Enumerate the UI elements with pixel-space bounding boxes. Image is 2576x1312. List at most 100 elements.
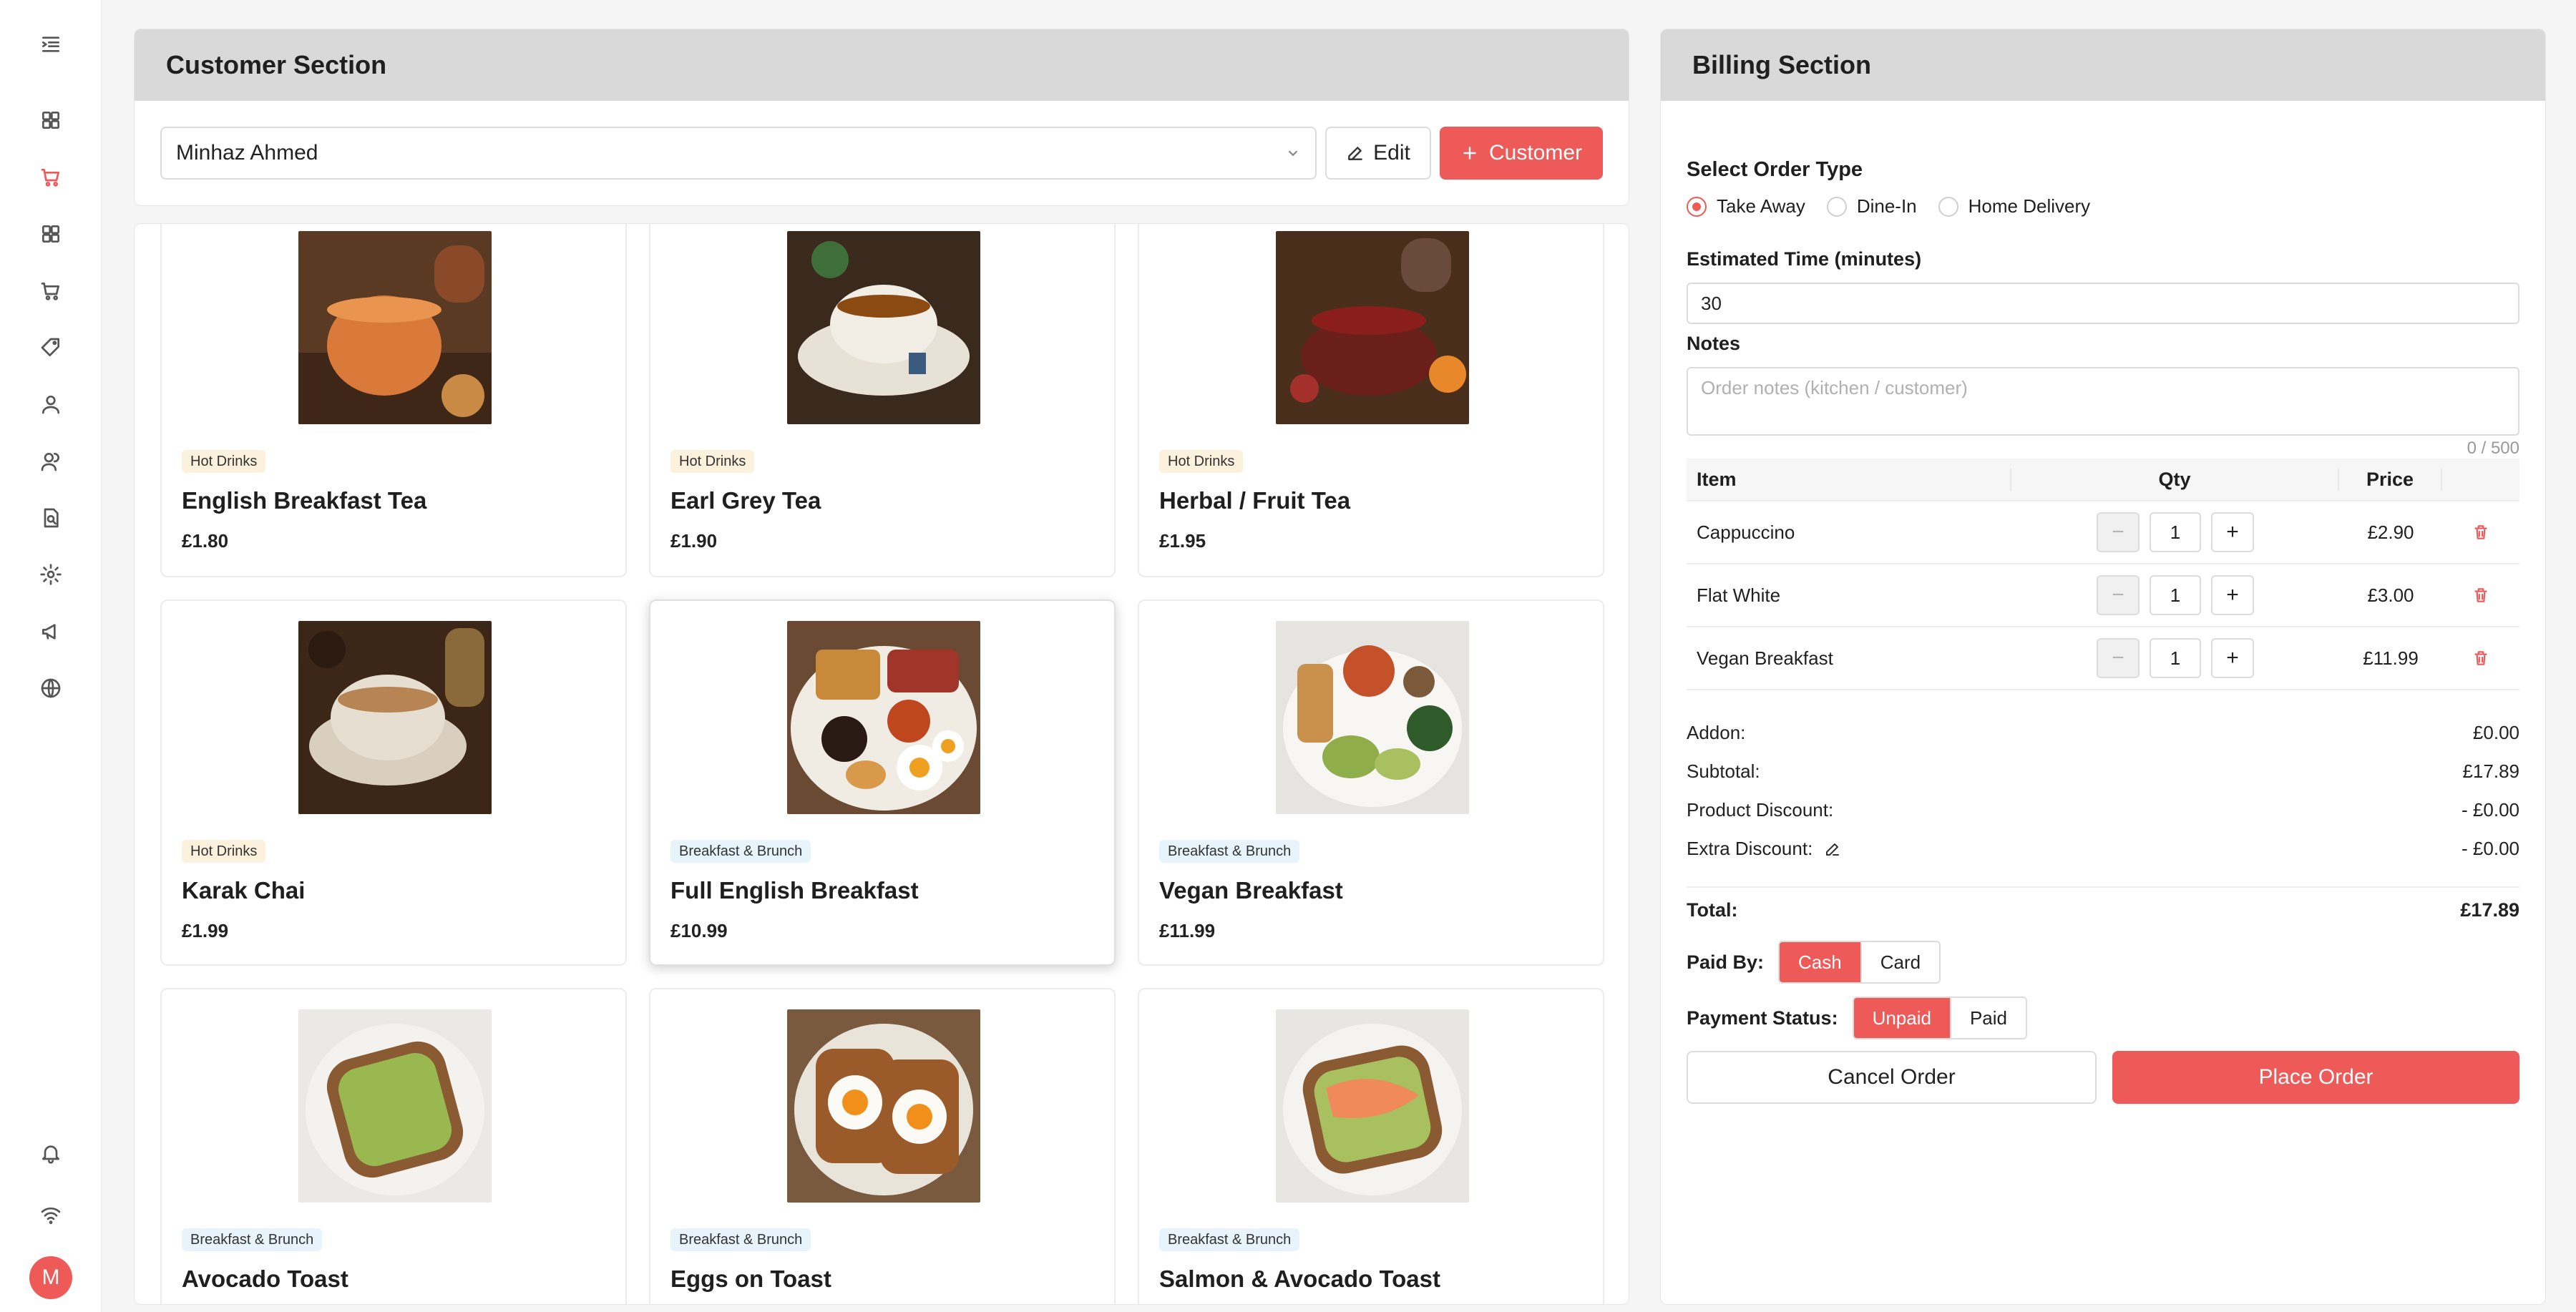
product-card[interactable]: Breakfast & Brunch Avocado Toast [160, 988, 627, 1304]
notes-counter: 0 / 500 [2467, 439, 2519, 458]
qty-value[interactable]: 1 [2150, 575, 2201, 615]
qty-increment-button[interactable]: + [2211, 575, 2254, 615]
dashboard-icon[interactable] [36, 106, 65, 134]
customer-section-title: Customer Section [135, 29, 1629, 101]
product-name: English Breakfast Tea [182, 487, 427, 514]
cart-icon[interactable] [36, 277, 65, 305]
product-price: £10.99 [670, 920, 728, 941]
order-type-take-away[interactable]: Take Away [1687, 195, 1805, 217]
report-icon[interactable] [36, 504, 65, 532]
trash-icon[interactable] [2442, 523, 2519, 542]
qty-decrement-button[interactable]: − [2097, 638, 2140, 678]
paid-by-cash[interactable]: Cash [1780, 942, 1860, 982]
estimated-time-input[interactable]: 30 [1687, 283, 2519, 324]
order-actions: Cancel Order Place Order [1687, 1051, 2519, 1104]
radio-dot [1938, 196, 1958, 217]
place-order-button[interactable]: Place Order [2112, 1051, 2519, 1104]
product-price: £1.80 [182, 530, 229, 552]
table-row: Vegan Breakfast − 1 + £11.99 [1687, 627, 2519, 690]
pos-cart-icon[interactable] [36, 163, 65, 192]
product-image [298, 621, 492, 814]
product-card[interactable]: Breakfast & Brunch Salmon & Avocado Toas… [1138, 988, 1604, 1304]
paid-by-label: Paid By: [1687, 951, 1765, 973]
notes-textarea[interactable]: Order notes (kitchen / customer) [1687, 367, 2519, 436]
payment-status-unpaid[interactable]: Unpaid [1853, 998, 1950, 1038]
extra-discount-label: Extra Discount: [1687, 838, 1813, 859]
addon-label: Addon: [1687, 722, 1746, 743]
product-image [1276, 1009, 1469, 1203]
product-card[interactable]: Breakfast & Brunch Eggs on Toast [649, 988, 1116, 1304]
product-card[interactable]: Hot Drinks Herbal / Fruit Tea £1.95 [1138, 224, 1604, 577]
customer-select[interactable]: Minhaz Ahmed [160, 127, 1317, 180]
total-label: Total: [1687, 899, 1738, 921]
tag-icon[interactable] [36, 333, 65, 362]
gear-icon[interactable] [36, 560, 65, 589]
col-item-header: Item [1687, 468, 2011, 491]
billing-section: Billing Section Select Order Type Take A… [1660, 29, 2546, 1305]
user-icon[interactable] [36, 390, 65, 418]
product-name: Avocado Toast [182, 1266, 348, 1292]
product-image [787, 621, 980, 814]
item-price: £11.99 [2363, 647, 2419, 669]
product-price: £1.95 [1159, 530, 1206, 552]
globe-icon[interactable] [36, 674, 65, 702]
product-name: Salmon & Avocado Toast [1159, 1266, 1441, 1292]
table-row: Cappuccino − 1 + £2.90 [1687, 501, 2519, 564]
pencil-icon[interactable] [1824, 841, 1841, 858]
qty-increment-button[interactable]: + [2211, 638, 2254, 678]
edit-customer-button[interactable]: Edit [1325, 127, 1431, 180]
item-name: Vegan Breakfast [1697, 647, 1833, 669]
col-price-header: Price [2339, 468, 2442, 491]
product-name: Full English Breakfast [670, 877, 919, 904]
category-badge: Hot Drinks [1159, 450, 1244, 473]
pencil-icon [1348, 147, 1362, 160]
order-type-home-delivery[interactable]: Home Delivery [1938, 195, 2090, 217]
paid-by-card[interactable]: Card [1860, 942, 1940, 982]
grid-icon[interactable] [36, 220, 65, 248]
product-price: £11.99 [1159, 920, 1216, 941]
product-discount-value: - £0.00 [2462, 799, 2519, 821]
payment-status-label: Payment Status: [1687, 1007, 1838, 1029]
cancel-order-button[interactable]: Cancel Order [1687, 1051, 2097, 1104]
customer-select-value: Minhaz Ahmed [176, 141, 318, 165]
order-type-radio-group: Take Away Dine-In Home Delivery [1687, 195, 2090, 217]
product-card[interactable]: Hot Drinks Earl Grey Tea £1.90 [649, 224, 1116, 577]
bell-icon[interactable] [36, 1139, 65, 1167]
qty-decrement-button[interactable]: − [2097, 512, 2140, 552]
category-badge: Hot Drinks [182, 450, 266, 473]
sidebar: M [0, 0, 102, 1312]
avatar[interactable]: M [29, 1256, 72, 1299]
subtotal-value: £17.89 [2462, 760, 2519, 782]
qty-increment-button[interactable]: + [2211, 512, 2254, 552]
product-name: Vegan Breakfast [1159, 877, 1343, 904]
product-card[interactable]: Hot Drinks English Breakfast Tea £1.80 [160, 224, 627, 577]
payment-status-paid[interactable]: Paid [1949, 998, 2026, 1038]
qty-value[interactable]: 1 [2150, 638, 2201, 678]
plus-icon [1463, 147, 1476, 160]
order-type-dine-in[interactable]: Dine-In [1826, 195, 1917, 217]
product-card[interactable]: Breakfast & Brunch Full English Breakfas… [649, 599, 1116, 966]
item-name: Cappuccino [1697, 521, 1795, 543]
users-icon[interactable] [36, 447, 65, 476]
product-name: Earl Grey Tea [670, 487, 821, 514]
add-customer-button[interactable]: Customer [1440, 127, 1603, 180]
customer-section: Customer Section Minhaz Ahmed Edit Custo… [134, 29, 1629, 206]
category-badge: Breakfast & Brunch [670, 1228, 811, 1251]
radio-dot [1687, 196, 1707, 217]
qty-decrement-button[interactable]: − [2097, 575, 2140, 615]
qty-value[interactable]: 1 [2150, 512, 2201, 552]
payment-status-toggle: Unpaid Paid [1852, 997, 2028, 1039]
trash-icon[interactable] [2442, 649, 2519, 667]
trash-icon[interactable] [2442, 586, 2519, 604]
estimated-time-label: Estimated Time (minutes) [1687, 248, 1922, 270]
order-items-table: Item Qty Price Cappuccino − 1 + £2.90 Fl… [1687, 459, 2519, 690]
product-image [787, 1009, 980, 1203]
megaphone-icon[interactable] [36, 617, 65, 646]
extra-discount-value: - £0.00 [2462, 838, 2519, 859]
product-discount-row: Product Discount: - £0.00 [1687, 799, 2519, 821]
product-card[interactable]: Breakfast & Brunch Vegan Breakfast £11.9… [1138, 599, 1604, 966]
extra-discount-row: Extra Discount: - £0.00 [1687, 838, 2519, 860]
menu-collapse-icon[interactable] [36, 30, 65, 59]
product-card[interactable]: Hot Drinks Karak Chai £1.99 [160, 599, 627, 966]
radio-dot [1826, 196, 1847, 217]
